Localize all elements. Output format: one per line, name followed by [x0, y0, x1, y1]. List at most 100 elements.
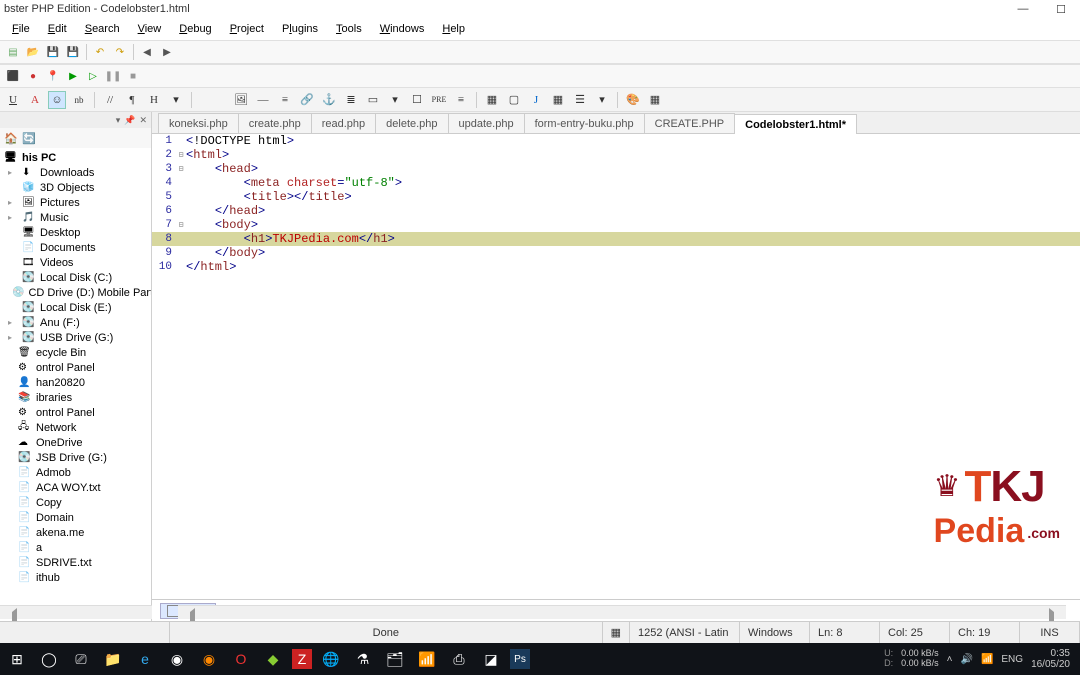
androidstudio-icon[interactable]: ◆ [260, 646, 286, 672]
align-center-icon[interactable]: ≣ [342, 91, 360, 109]
tree-root[interactable]: 🖥 his PC [0, 150, 151, 165]
code-line[interactable]: 5 <title></title> [152, 190, 1080, 204]
editor-tab[interactable]: CREATE.PHP [644, 113, 735, 133]
tree-item[interactable]: ☁OneDrive [0, 435, 151, 450]
code-line[interactable]: 7⊟ <body> [152, 218, 1080, 232]
code-line[interactable]: 3⊟ <head> [152, 162, 1080, 176]
start-button[interactable]: ⊞ [4, 646, 30, 672]
editor-tab[interactable]: update.php [448, 113, 525, 133]
clock[interactable]: 0:35 16/05/20 [1031, 648, 1070, 670]
app1-icon[interactable]: ⚗ [350, 646, 376, 672]
tree-item[interactable]: 🖥Desktop [0, 225, 151, 240]
tree-item[interactable]: 📄a [0, 540, 151, 555]
tree-item[interactable]: 🎞Videos [0, 255, 151, 270]
tree-item[interactable]: ⚙ontrol Panel [0, 360, 151, 375]
menu-debug[interactable]: Debug [171, 21, 219, 37]
opera-icon[interactable]: O [228, 646, 254, 672]
code-line[interactable]: 1<!DOCTYPE html> [152, 134, 1080, 148]
new-file-icon[interactable]: ▤ [4, 43, 22, 61]
editor-tab[interactable]: Codelobster1.html* [734, 114, 857, 134]
app2-icon[interactable]: 🗂 [382, 646, 408, 672]
debug-marker-icon[interactable]: 📍 [44, 67, 62, 85]
style-icon[interactable]: ▦ [549, 91, 567, 109]
tree-item[interactable]: ▸💽USB Drive (G:) [0, 330, 151, 345]
edge-icon[interactable]: e [132, 646, 158, 672]
globe-icon[interactable]: 🌐 [318, 646, 344, 672]
code-line[interactable]: 2⊟<html> [152, 148, 1080, 162]
anchor-icon[interactable]: ⚓ [320, 91, 338, 109]
tree-item[interactable]: 💽Local Disk (E:) [0, 300, 151, 315]
tree-item[interactable]: 📄Domain [0, 510, 151, 525]
comment-icon[interactable]: // [101, 91, 119, 109]
tree-item[interactable]: 💿CD Drive (D:) Mobile Partner [0, 285, 151, 300]
tree-item[interactable]: 📄ithub [0, 570, 151, 585]
tree-item[interactable]: 🖧Network [0, 420, 151, 435]
more-icon[interactable]: ▾ [593, 91, 611, 109]
editor-tab[interactable]: read.php [311, 113, 376, 133]
home-icon[interactable]: 🏠 [4, 131, 18, 145]
tree-item[interactable]: ⚙ontrol Panel [0, 405, 151, 420]
stop-icon[interactable]: ■ [124, 67, 142, 85]
editor-scrollbar-h[interactable] [178, 605, 1066, 619]
menu-help[interactable]: Help [434, 21, 473, 37]
tree-item[interactable]: ▸🖼Pictures [0, 195, 151, 210]
editor-tab[interactable]: koneksi.php [158, 113, 239, 133]
menu-search[interactable]: Search [77, 21, 128, 37]
tree-item[interactable]: 📄akena.me [0, 525, 151, 540]
form-icon[interactable]: ☐ [408, 91, 426, 109]
undo-icon[interactable]: ↶ [91, 43, 109, 61]
breakpoint-toggle-icon[interactable]: ● [24, 67, 42, 85]
frame-icon[interactable]: ▢ [505, 91, 523, 109]
editor-tab[interactable]: create.php [238, 113, 312, 133]
menu-file[interactable]: File [4, 21, 38, 37]
minimize-button[interactable]: — [1008, 3, 1038, 16]
code-line[interactable]: 9 </body> [152, 246, 1080, 260]
tree-item[interactable]: 🗑ecycle Bin [0, 345, 151, 360]
pre-icon[interactable]: PRE [430, 91, 448, 109]
image-icon[interactable]: 🖼 [232, 91, 250, 109]
redo-icon[interactable]: ↷ [111, 43, 129, 61]
save-icon[interactable]: 💾 [44, 43, 62, 61]
bookmark-prev-icon[interactable]: ◀ [138, 43, 156, 61]
highlight-icon[interactable]: ☺ [48, 91, 66, 109]
menu-view[interactable]: View [130, 21, 170, 37]
refresh-icon[interactable]: 🔄 [22, 131, 36, 145]
tray-up-icon[interactable]: ˄ [947, 654, 953, 665]
pin-icon[interactable]: ▾ [116, 115, 121, 126]
step-icon[interactable]: ▷ [84, 67, 102, 85]
save-all-icon[interactable]: 💾 [64, 43, 82, 61]
hr-icon[interactable]: — [254, 91, 272, 109]
code-line[interactable]: 6 </head> [152, 204, 1080, 218]
explorer-icon[interactable]: 📁 [100, 646, 126, 672]
underline-icon[interactable]: U [4, 91, 22, 109]
menu-project[interactable]: Project [222, 21, 272, 37]
code-line[interactable]: 10</html> [152, 260, 1080, 274]
palette-icon[interactable]: ▦ [646, 91, 664, 109]
filezilla-icon[interactable]: Z [292, 649, 312, 669]
colorwheel-icon[interactable]: 🎨 [624, 91, 642, 109]
close-panel-icon[interactable]: ✕ [139, 115, 147, 126]
tree-item[interactable]: ▸⬇Downloads [0, 165, 151, 180]
bookmark-next-icon[interactable]: ▶ [158, 43, 176, 61]
tree-item[interactable]: 📄SDRIVE.txt [0, 555, 151, 570]
pin2-icon[interactable]: 📌 [124, 115, 135, 126]
link-icon[interactable]: 🔗 [298, 91, 316, 109]
tree-item[interactable]: 💽Local Disk (C:) [0, 270, 151, 285]
tree-item[interactable]: 📚ibraries [0, 390, 151, 405]
tree-item[interactable]: 📄Documents [0, 240, 151, 255]
tree-item[interactable]: ▸🎵Music [0, 210, 151, 225]
tree-item[interactable]: 📄Admob [0, 465, 151, 480]
run-icon[interactable]: ▶ [64, 67, 82, 85]
firefox-icon[interactable]: ◉ [196, 646, 222, 672]
breakpoints-icon[interactable]: ⬛ [4, 67, 22, 85]
code-line[interactable]: 8 <h1>TKJPedia.com</h1> [152, 232, 1080, 246]
code-editor[interactable]: 1<!DOCTYPE html>2⊟<html>3⊟ <head>4 <meta… [152, 134, 1080, 599]
app4-icon[interactable]: ⎙ [446, 646, 472, 672]
tree-item[interactable]: 📄ACA WOY.txt [0, 480, 151, 495]
tree-item[interactable]: 📄Copy [0, 495, 151, 510]
tree-item[interactable]: 💽JSB Drive (G:) [0, 450, 151, 465]
table-icon[interactable]: ▦ [483, 91, 501, 109]
menu-windows[interactable]: Windows [372, 21, 433, 37]
div-icon[interactable]: ▭ [364, 91, 382, 109]
taskview-icon[interactable]: ⎚ [68, 646, 94, 672]
